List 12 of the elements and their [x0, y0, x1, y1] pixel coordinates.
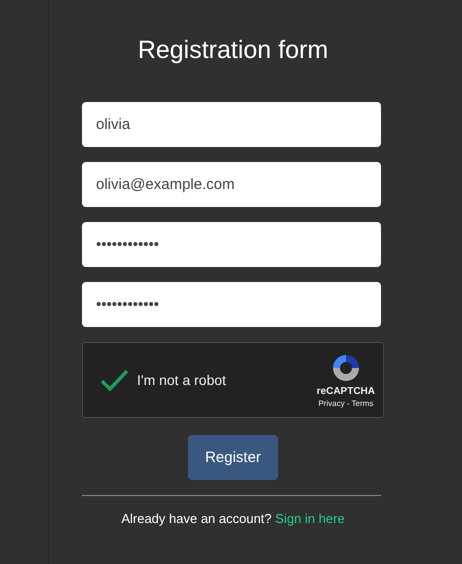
register-button[interactable]: Register — [188, 435, 278, 480]
privacy-terms-link[interactable]: Privacy - Terms — [318, 399, 374, 408]
input-field[interactable]: olivia@example.com — [82, 162, 381, 207]
input-field[interactable]: olivia — [82, 102, 381, 147]
sign-in-link[interactable]: Sign in here — [275, 511, 345, 526]
form-title: Registration form — [136, 36, 330, 65]
input-field[interactable]: •••••••••••• — [82, 222, 381, 267]
captcha-label: I'm not a robot — [137, 372, 228, 388]
recaptcha-label: reCAPTCHA — [316, 386, 375, 397]
footer-text: Already have an account? — [121, 511, 272, 526]
input-field[interactable]: •••••••••••• — [82, 282, 381, 327]
checkbox[interactable] — [99, 368, 129, 392]
